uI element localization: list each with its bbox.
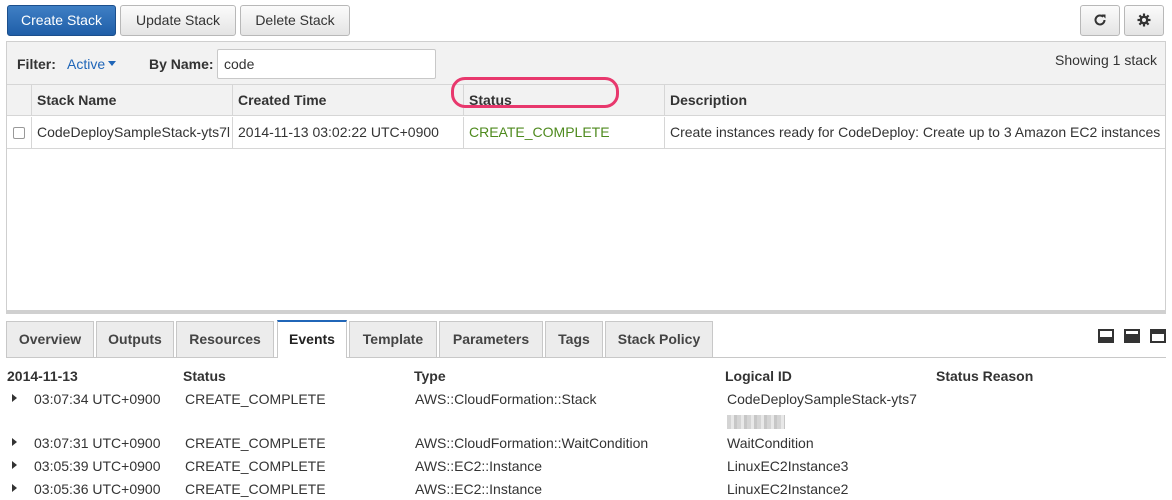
tab-outputs[interactable]: Outputs [96, 321, 174, 357]
event-time: 03:07:31 UTC+0900 [34, 435, 161, 451]
delete-stack-button[interactable]: Delete Stack [240, 5, 350, 36]
caret-down-icon [108, 61, 117, 67]
stack-name-cell: CodeDeploySampleStack-yts7l [31, 117, 233, 148]
event-logical-id: WaitCondition [727, 435, 814, 451]
redacted-text [727, 415, 785, 429]
event-type: AWS::EC2::Instance [415, 458, 543, 474]
events-column-status: Status [183, 368, 226, 384]
refresh-button[interactable] [1080, 5, 1120, 36]
event-status: CREATE_COMPLETE [185, 481, 326, 497]
column-created-time[interactable]: Created Time [232, 85, 464, 116]
tab-stack-policy[interactable]: Stack Policy [605, 321, 713, 357]
events-column-logical-id: Logical ID [725, 368, 792, 384]
event-status: CREATE_COMPLETE [185, 435, 326, 451]
toolbar: Create Stack Update Stack Delete Stack [0, 0, 1172, 40]
event-time: 03:07:34 UTC+0900 [34, 391, 161, 407]
tab-events[interactable]: Events [277, 320, 347, 358]
event-logical-id: CodeDeploySampleStack-yts7 [727, 391, 917, 407]
column-stack-name[interactable]: Stack Name [31, 85, 233, 116]
event-type: AWS::CloudFormation::Stack [415, 391, 597, 407]
filter-dropdown[interactable]: Active [67, 56, 117, 72]
refresh-icon [1093, 12, 1107, 28]
gear-icon [1137, 12, 1151, 28]
stack-count: Showing 1 stack [1055, 52, 1157, 68]
tab-template[interactable]: Template [349, 321, 437, 357]
table-row[interactable]: CodeDeploySampleStack-yts7l 2014-11-13 0… [7, 117, 1165, 149]
event-time: 03:05:39 UTC+0900 [34, 458, 161, 474]
settings-button[interactable] [1124, 5, 1164, 36]
by-name-label: By Name: [149, 56, 214, 72]
expand-arrow-icon[interactable] [12, 484, 17, 492]
events-date-header: 2014-11-13 [7, 368, 78, 384]
created-time-cell: 2014-11-13 03:02:22 UTC+0900 [232, 117, 464, 148]
expand-arrow-icon[interactable] [12, 461, 17, 469]
detail-tabs: Overview Outputs Resources Events Templa… [6, 319, 1166, 358]
event-status: CREATE_COMPLETE [185, 391, 326, 407]
event-time: 03:05:36 UTC+0900 [34, 481, 161, 497]
tab-resources[interactable]: Resources [176, 321, 274, 357]
event-status: CREATE_COMPLETE [185, 458, 326, 474]
filter-value: Active [67, 56, 106, 72]
layout-controls [1092, 329, 1166, 346]
status-cell: CREATE_COMPLETE [463, 117, 665, 148]
status-highlight-annotation [451, 77, 619, 108]
events-column-status-reason: Status Reason [936, 368, 1034, 384]
panel-resize-handle[interactable] [6, 310, 1166, 314]
event-type: AWS::EC2::Instance [415, 481, 543, 497]
name-filter-input[interactable] [217, 49, 436, 79]
filter-label: Filter: [17, 56, 56, 72]
event-logical-id: LinuxEC2Instance3 [727, 458, 849, 474]
layout-medium-panel-icon[interactable] [1124, 329, 1141, 343]
create-stack-button[interactable]: Create Stack [7, 5, 116, 36]
expand-arrow-icon[interactable] [12, 438, 17, 446]
layout-large-panel-icon[interactable] [1150, 329, 1166, 343]
update-stack-button[interactable]: Update Stack [120, 5, 236, 36]
column-description[interactable]: Description [664, 85, 1165, 116]
expand-arrow-icon[interactable] [12, 394, 17, 402]
row-checkbox[interactable] [13, 127, 25, 139]
event-type: AWS::CloudFormation::WaitCondition [415, 435, 649, 451]
event-logical-id: LinuxEC2Instance2 [727, 481, 849, 497]
tab-parameters[interactable]: Parameters [439, 321, 543, 357]
layout-small-panel-icon[interactable] [1098, 329, 1115, 343]
description-cell: Create instances ready for CodeDeploy: C… [664, 117, 1165, 148]
events-column-type: Type [414, 368, 446, 384]
tab-tags[interactable]: Tags [545, 321, 603, 357]
tab-overview[interactable]: Overview [6, 321, 94, 357]
